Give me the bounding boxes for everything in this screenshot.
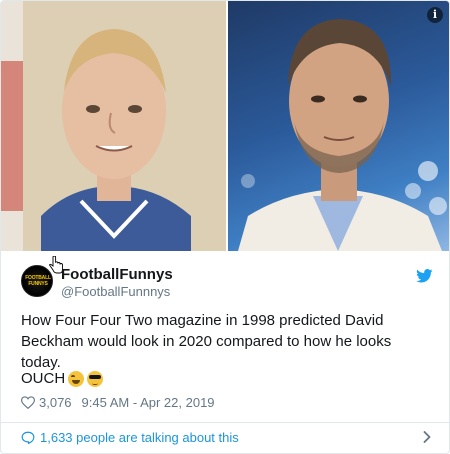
tweet-embed-card[interactable]: i FOOTBALL FUNNYS FootballFunnys @Footba… xyxy=(0,0,450,454)
chevron-right-icon[interactable] xyxy=(423,431,431,443)
info-icon[interactable]: i xyxy=(427,7,443,23)
speech-bubble-icon xyxy=(21,431,35,444)
talking-count-text[interactable]: 1,633 people are talking about this xyxy=(40,430,239,445)
tears-of-joy-emoji-icon xyxy=(68,370,85,387)
beckham-portrait-illustration xyxy=(237,19,447,251)
sunglasses-emoji-icon xyxy=(87,370,104,387)
ouch-text: OUCH xyxy=(21,370,66,387)
photo-1998-prediction[interactable] xyxy=(1,1,226,251)
tweet-timestamp[interactable]: 9:45 AM - Apr 22, 2019 xyxy=(82,395,215,410)
display-name[interactable]: FootballFunnys xyxy=(61,266,173,283)
footer-divider xyxy=(1,422,449,423)
tweet-text: How Four Four Two magazine in 1998 predi… xyxy=(21,312,392,371)
like-count[interactable]: 3,076 xyxy=(39,395,72,410)
avatar-logo-text: FOOTBALL FUNNYS xyxy=(25,275,51,287)
magazine-portrait-illustration xyxy=(1,1,226,251)
twitter-bird-icon[interactable] xyxy=(416,269,433,283)
tweet-text-ouch: OUCH xyxy=(21,370,104,387)
tweet-media[interactable]: i xyxy=(1,1,449,251)
heart-icon[interactable] xyxy=(21,396,35,409)
conversation-link[interactable]: 1,633 people are talking about this xyxy=(21,430,239,445)
tweet-meta: 3,076 9:45 AM - Apr 22, 2019 xyxy=(21,395,215,410)
photo-2020-actual[interactable]: i xyxy=(227,1,449,251)
user-handle[interactable]: @FootballFunnnys xyxy=(61,284,170,299)
